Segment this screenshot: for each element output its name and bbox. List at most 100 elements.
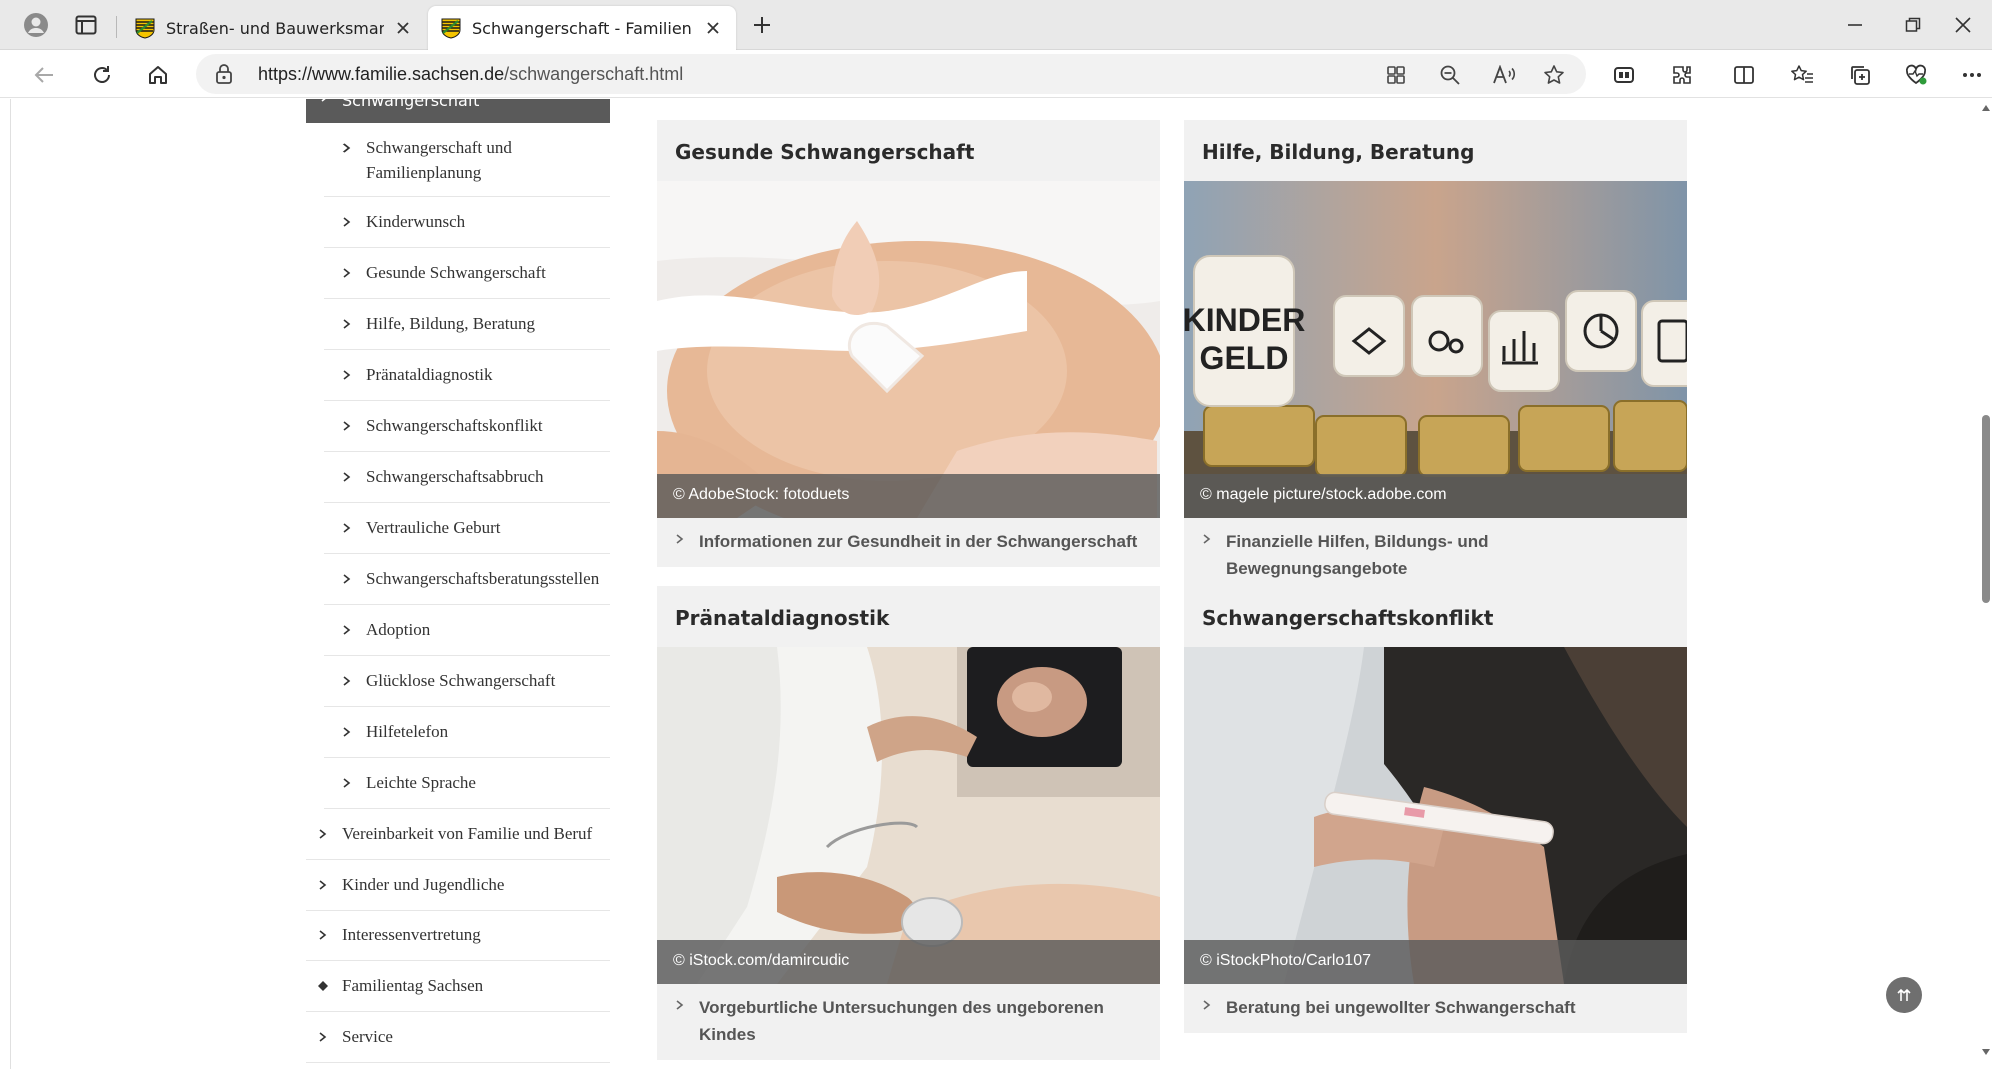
sidebar-item-label: Schwangerschaftskonflikt (366, 416, 543, 435)
split-screen-icon[interactable] (1726, 58, 1762, 92)
vertical-scrollbar[interactable] (1980, 99, 1992, 1069)
card-title: Pränataldiagnostik (675, 606, 890, 630)
sidebar-item-label: Glücklose Schwangerschaft (366, 671, 556, 690)
more-icon[interactable] (1954, 58, 1990, 92)
sidebar-item-label: Gesunde Schwangerschaft (366, 263, 546, 282)
url-path: /schwangerschaft.html (504, 64, 684, 84)
sidebar-item-adoption[interactable]: Adoption (324, 617, 610, 656)
card-image-ultrasound[interactable]: © iStock.com/damircudic (657, 647, 1160, 984)
arrow-right-icon (343, 472, 351, 482)
image-credit: © iStock.com/damircudic (657, 940, 1160, 984)
arrow-right-icon (343, 574, 351, 584)
sidebar-item-gluecklose-schwangerschaft[interactable]: Glücklose Schwangerschaft (324, 668, 610, 707)
card-title: Hilfe, Bildung, Beratung (1202, 140, 1475, 164)
sidebar-item-service[interactable]: Service (306, 1024, 610, 1063)
sidebar-item-label: Kinder und Jugendliche (342, 875, 505, 894)
app-available-icon[interactable] (1382, 61, 1410, 89)
refresh-icon[interactable] (84, 58, 120, 92)
arrow-right-icon (676, 534, 684, 544)
sidebar-item-label: Vereinbarkeit von Familie und Beruf (342, 824, 593, 843)
arrow-right-icon (343, 625, 351, 635)
sidebar-item-label: Interessenvertretung (342, 925, 481, 944)
sidebar-item-vertrauliche-geburt[interactable]: Vertrauliche Geburt (324, 515, 610, 554)
card-title: Schwangerschaftskonflikt (1202, 606, 1494, 630)
tab-schwangerschaft[interactable]: Schwangerschaft - Familien in Sa (428, 6, 736, 50)
arrow-right-icon (319, 829, 327, 839)
page-border (10, 99, 11, 1069)
card-link-text: Informationen zur Gesundheit in der Schw… (699, 532, 1138, 551)
new-tab-icon[interactable] (744, 8, 780, 42)
arrow-up-icon (1897, 988, 1911, 1001)
arrow-right-icon (1203, 534, 1211, 544)
browser-toolbar: https://www.familie.sachsen.de/schwanger… (0, 50, 1992, 98)
sidebar-item-familientag[interactable]: Familientag Sachsen (306, 973, 610, 1012)
sidebar-item-hilfetelefon[interactable]: Hilfetelefon (324, 719, 610, 758)
sidebar-item-hilfe-bildung-beratung[interactable]: Hilfe, Bildung, Beratung (324, 311, 610, 350)
sidebar-item-kinder-jugendliche[interactable]: Kinder und Jugendliche (306, 872, 610, 911)
favorites-icon[interactable] (1784, 58, 1820, 92)
extensions-icon[interactable] (1664, 58, 1700, 92)
card-image-pregnant-belly[interactable]: © AdobeStock: fotoduets (657, 181, 1160, 518)
sidebar-item-schwangerschaftsabbruch[interactable]: Schwangerschaftsabbruch (324, 464, 610, 503)
zoom-out-icon[interactable] (1436, 61, 1464, 89)
back-icon[interactable] (26, 58, 62, 92)
profile-icon[interactable] (18, 8, 54, 42)
card-link[interactable]: Informationen zur Gesundheit in der Schw… (657, 518, 1160, 567)
site-info-icon[interactable] (214, 63, 234, 85)
card-gesunde-schwangerschaft[interactable]: Gesunde Schwangerschaft © AdobeStock: fo… (657, 120, 1160, 567)
sidebar-item-kinderwunsch[interactable]: Kinderwunsch (324, 209, 610, 248)
health-icon[interactable] (1898, 58, 1934, 92)
sidebar-item-familienplanung[interactable]: Schwangerschaft und Familienplanung (324, 135, 610, 197)
sidebar-item-label: Schwangerschaftsberatungsstellen (366, 569, 600, 588)
card-schwangerschaftskonflikt[interactable]: Schwangerschaftskonflikt © iStockPhoto/C… (1184, 586, 1687, 1033)
card-link[interactable]: Finanzielle Hilfen, Bildungs- und Bewegn… (1184, 518, 1687, 594)
card-link[interactable]: Vorgeburtliche Untersuchungen des ungebo… (657, 984, 1160, 1060)
card-praenataldiagnostik[interactable]: Pränataldiagnostik © iStock.com/damircud… (657, 586, 1160, 1060)
card-link-text: Finanzielle Hilfen, Bildungs- und Bewegn… (1226, 532, 1489, 578)
sidebar-item-gesunde-schwangerschaft[interactable]: Gesunde Schwangerschaft (324, 260, 610, 299)
sidebar-item-active[interactable]: Schwangerschaft (306, 99, 610, 123)
sidebar-item-label: Schwangerschaftsabbruch (366, 467, 544, 486)
scroll-to-top-button[interactable] (1886, 977, 1922, 1013)
image-text-geld: GELD (1200, 340, 1289, 376)
tab-separator (116, 16, 117, 38)
url-host: https://www.familie.sachsen.de (258, 64, 505, 84)
scrollbar-thumb[interactable] (1982, 415, 1990, 603)
sidebar-item-beratungsstellen[interactable]: Schwangerschaftsberatungsstellen (324, 566, 610, 605)
home-icon[interactable] (140, 58, 176, 92)
collections-icon[interactable] (1842, 58, 1878, 92)
sidebar-item-label: Schwangerschaft und Familienplanung (366, 138, 512, 182)
address-bar[interactable]: https://www.familie.sachsen.de/schwanger… (196, 54, 1586, 94)
close-tab-icon[interactable] (392, 17, 414, 39)
url-text[interactable]: https://www.familie.sachsen.de/schwanger… (258, 64, 683, 85)
card-image-pregnancy-test[interactable]: © iStockPhoto/Carlo107 (1184, 647, 1687, 984)
card-hilfe-bildung-beratung[interactable]: Hilfe, Bildung, Beratung KINDER GELD © m… (1184, 120, 1687, 594)
tab-actions-icon[interactable] (68, 8, 104, 42)
sidebar-item-interessenvertretung[interactable]: Interessenvertretung (306, 922, 610, 961)
browser-essentials-icon[interactable] (1606, 58, 1642, 92)
card-link-text: Beratung bei ungewollter Schwangerschaft (1226, 998, 1576, 1017)
card-link[interactable]: Beratung bei ungewollter Schwangerschaft (1184, 984, 1687, 1033)
card-image-kindergeld[interactable]: KINDER GELD © magele picture/stock.adobe… (1184, 181, 1687, 518)
tab-strassen[interactable]: Straßen- und Bauwerksmanagem (122, 6, 426, 50)
favorite-star-icon[interactable] (1540, 61, 1568, 89)
scroll-up-icon[interactable] (1982, 105, 1990, 111)
arrow-right-icon (319, 930, 327, 940)
sidebar-item-label: Pränataldiagnostik (366, 365, 493, 384)
sidebar-item-leichte-sprache[interactable]: Leichte Sprache (324, 770, 610, 809)
sidebar-item-praenataldiagnostik[interactable]: Pränataldiagnostik (324, 362, 610, 401)
scroll-down-icon[interactable] (1982, 1049, 1990, 1055)
close-tab-icon[interactable] (702, 17, 724, 39)
arrow-right-icon (676, 1000, 684, 1010)
sidebar-item-vereinbarkeit[interactable]: Vereinbarkeit von Familie und Beruf (306, 821, 610, 860)
sidebar-item-label: Hilfe, Bildung, Beratung (366, 314, 536, 333)
arrow-right-icon (343, 778, 351, 788)
sidebar-item-label: Familientag Sachsen (342, 976, 484, 995)
minimize-icon[interactable] (1826, 0, 1884, 50)
sidebar-item-label: Vertrauliche Geburt (366, 518, 501, 537)
close-window-icon[interactable] (1934, 0, 1992, 50)
sidebar-item-schwangerschaftskonflikt[interactable]: Schwangerschaftskonflikt (324, 413, 610, 452)
image-credit: © iStockPhoto/Carlo107 (1184, 940, 1687, 984)
read-aloud-icon[interactable] (1490, 61, 1518, 89)
sidebar-item-label: Kinderwunsch (366, 212, 466, 231)
